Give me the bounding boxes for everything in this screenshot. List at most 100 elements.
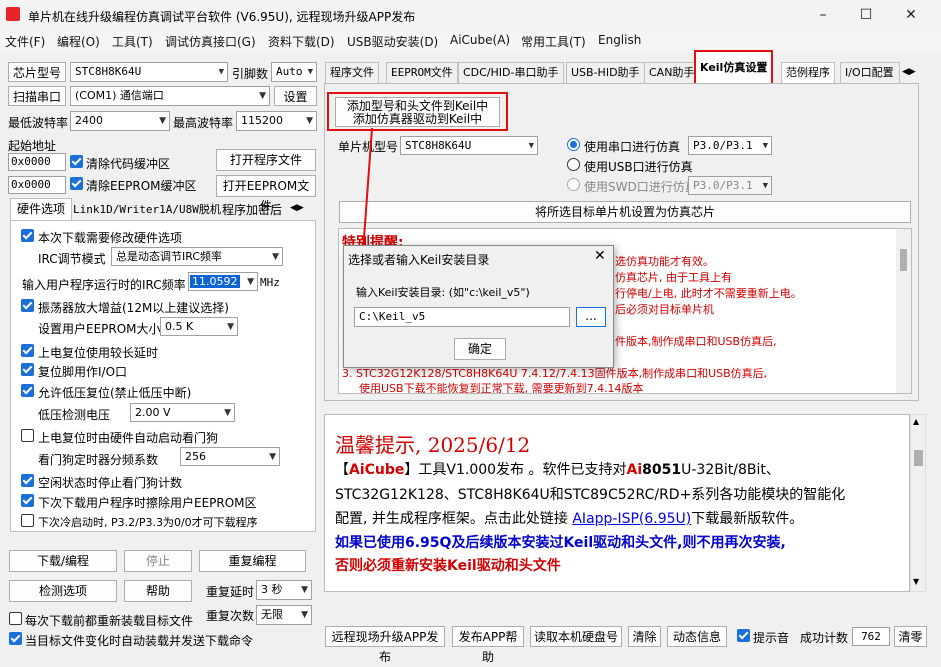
swd-port-select[interactable]: P3.0/P3.1 ▼ <box>688 176 772 195</box>
dynamic-info-button[interactable]: 动态信息 <box>667 626 727 647</box>
tab-hardware-options[interactable]: 硬件选项 <box>10 198 72 220</box>
lvd-label: 低压检测电压 <box>38 408 111 422</box>
scan-port-button[interactable]: 扫描串口 <box>8 86 66 106</box>
irc-freq-select[interactable]: 11.0592 ▼ <box>188 272 258 291</box>
tab-encrypt[interactable]: 程序加密后 <box>222 201 288 218</box>
min-baud-select[interactable]: 2400 ▼ <box>70 111 170 131</box>
idle-wdt-checkbox[interactable] <box>21 474 34 487</box>
menu-debug[interactable]: 调试仿真接口(G) <box>165 33 256 50</box>
menu-common-tools[interactable]: 常用工具(T) <box>521 33 586 50</box>
tab-scroll-icon[interactable]: ◀▶ <box>902 63 932 81</box>
browse-button[interactable]: ... <box>576 307 606 327</box>
scroll-down-icon[interactable]: ▼ <box>913 577 919 586</box>
lvd-select[interactable]: 2.00 V ▼ <box>130 403 235 422</box>
maximize-icon[interactable]: ☐ <box>843 0 889 30</box>
reload-checkbox[interactable] <box>9 612 22 625</box>
open-program-button[interactable]: 打开程序文件 <box>216 149 316 171</box>
reset-io-checkbox[interactable] <box>21 363 34 376</box>
download-button[interactable]: 下载/编程 <box>9 550 117 572</box>
close-icon[interactable]: ✕ <box>888 0 934 30</box>
tab-scroll-icon[interactable]: ◀▶ <box>290 199 318 217</box>
pin-count-select[interactable]: Auto ▼ <box>271 62 317 82</box>
wdt-div-select[interactable]: 256 ▼ <box>180 447 280 466</box>
ok-button[interactable]: 确定 <box>454 338 506 360</box>
settings-button[interactable]: 设置 <box>274 86 317 106</box>
clear-code-checkbox[interactable] <box>70 155 83 168</box>
open-eeprom-button[interactable]: 打开EEPROM文件 <box>216 175 316 213</box>
tab-io-config[interactable]: I/O口配置 <box>840 62 900 83</box>
irc-mode-select[interactable]: 总是动态调节IRC频率 ▼ <box>111 247 283 266</box>
chip-type-button[interactable]: 芯片型号 <box>8 62 66 82</box>
eeprom-size-select[interactable]: 0.5 K ▼ <box>160 317 238 336</box>
news-l1-text: 】工具V1.000发布 。软件已支持对 <box>404 462 627 478</box>
news-download-link[interactable]: AIapp-ISP(6.95U) <box>572 511 691 527</box>
erase-eeprom-checkbox[interactable] <box>21 494 34 507</box>
chip-select[interactable]: STC8H8K64U ▼ <box>70 62 228 82</box>
tab-usb-hid[interactable]: USB-HID助手 <box>566 62 645 83</box>
serial-sim-radio[interactable] <box>567 138 580 151</box>
menu-tools[interactable]: 工具(T) <box>112 33 153 50</box>
wdt-auto-checkbox[interactable] <box>21 429 34 442</box>
beep-label: 提示音 <box>753 631 790 645</box>
repeat-count-select[interactable]: 无限 ▼ <box>256 605 312 625</box>
long-delay-checkbox[interactable] <box>21 344 34 357</box>
clear-eeprom-label: 清除EEPROM缓冲区 <box>86 179 197 193</box>
tab-link1d[interactable]: Link1D/Writer1A/U8W脱机 <box>73 201 221 217</box>
eeprom-address-input[interactable]: 0x0000 <box>8 176 66 194</box>
swd-sim-radio[interactable] <box>567 178 580 191</box>
beep-checkbox[interactable] <box>737 629 750 642</box>
remote-upgrade-button[interactable]: 远程现场升级APP发布 <box>325 626 445 664</box>
menu-program[interactable]: 编程(O) <box>57 33 100 50</box>
chevron-down-icon: ▼ <box>301 610 308 620</box>
cold-start-checkbox[interactable] <box>21 514 34 527</box>
port-select[interactable]: (COM1) 通信端口 ▼ <box>70 86 270 106</box>
menu-usb[interactable]: USB驱动安装(D) <box>347 33 438 50</box>
repeat-delay-select[interactable]: 3 秒 ▼ <box>256 580 312 600</box>
menu-aicube[interactable]: AiCube(A) <box>450 33 510 47</box>
clear-eeprom-checkbox[interactable] <box>70 177 83 190</box>
menu-english[interactable]: English <box>598 33 641 47</box>
code-address-input[interactable]: 0x0000 <box>8 153 66 171</box>
keil-path-input[interactable]: C:\Keil_v5 <box>354 307 570 327</box>
chevron-down-icon: ▼ <box>272 252 279 262</box>
irc-mode-label: IRC调节模式 <box>38 252 106 266</box>
read-disk-button[interactable]: 读取本机硬盘号 <box>530 626 622 647</box>
tab-can[interactable]: CAN助手 <box>644 62 700 83</box>
menu-download[interactable]: 资料下载(D) <box>268 33 335 50</box>
publish-help-button[interactable]: 发布APP帮助 <box>452 626 524 664</box>
scroll-thumb[interactable] <box>900 249 907 271</box>
help-button[interactable]: 帮助 <box>124 580 192 602</box>
news-scrollbar[interactable]: ▲ ▼ <box>910 414 926 592</box>
tab-eeprom-file[interactable]: EEPROM文件 <box>386 62 458 83</box>
clear-button[interactable]: 清除 <box>628 626 661 647</box>
modify-hw-checkbox[interactable] <box>21 229 34 242</box>
repeat-program-button[interactable]: 重复编程 <box>199 550 306 572</box>
osc-gain-checkbox[interactable] <box>21 299 34 312</box>
scroll-up-icon[interactable]: ▲ <box>913 417 919 426</box>
check-options-button[interactable]: 检测选项 <box>9 580 117 602</box>
stop-button[interactable]: 停止 <box>124 550 192 572</box>
osc-gain-label: 振荡器放大增益(12M以上建议选择) <box>38 301 229 315</box>
tab-examples[interactable]: 范例程序 <box>781 62 835 83</box>
scroll-thumb[interactable] <box>914 450 923 466</box>
tab-program-file[interactable]: 程序文件 <box>325 62 379 83</box>
reset-count-button[interactable]: 清零 <box>894 626 927 647</box>
tab-cdc-hid[interactable]: CDC/HID-串口助手 <box>458 62 564 83</box>
wdt-div-value: 256 <box>185 450 206 463</box>
add-keil-button[interactable]: 添加型号和头文件到Keil中 添加仿真器驱动到Keil中 <box>335 97 500 127</box>
news-line-2: STC32G12K128、STC8H8K64U和STC89C52RC/RD+系列… <box>335 487 846 503</box>
menu-file[interactable]: 文件(F) <box>5 33 45 50</box>
serial-port-select[interactable]: P3.0/P3.1 ▼ <box>688 136 772 155</box>
mcu-model-select[interactable]: STC8H8K64U ▼ <box>400 136 538 155</box>
low-volt-reset-checkbox[interactable] <box>21 384 34 397</box>
tab-keil-settings[interactable]: Keil仿真设置 <box>694 50 774 83</box>
irc-unit-label: MHz <box>260 276 280 289</box>
max-baud-select[interactable]: 115200 ▼ <box>236 111 317 131</box>
window-title: 单片机在线升级编程仿真调试平台软件 (V6.95U), 远程现场升级APP发布 <box>28 10 416 24</box>
minimize-icon[interactable]: – <box>800 0 846 30</box>
set-sim-chip-button[interactable]: 将所选目标单片机设置为仿真芯片 <box>339 201 911 223</box>
auto-load-label: 当目标文件变化时自动装载并发送下载命令 <box>25 634 254 648</box>
auto-load-checkbox[interactable] <box>9 632 22 645</box>
usb-sim-radio[interactable] <box>567 158 580 171</box>
close-icon[interactable]: ✕ <box>594 248 606 264</box>
